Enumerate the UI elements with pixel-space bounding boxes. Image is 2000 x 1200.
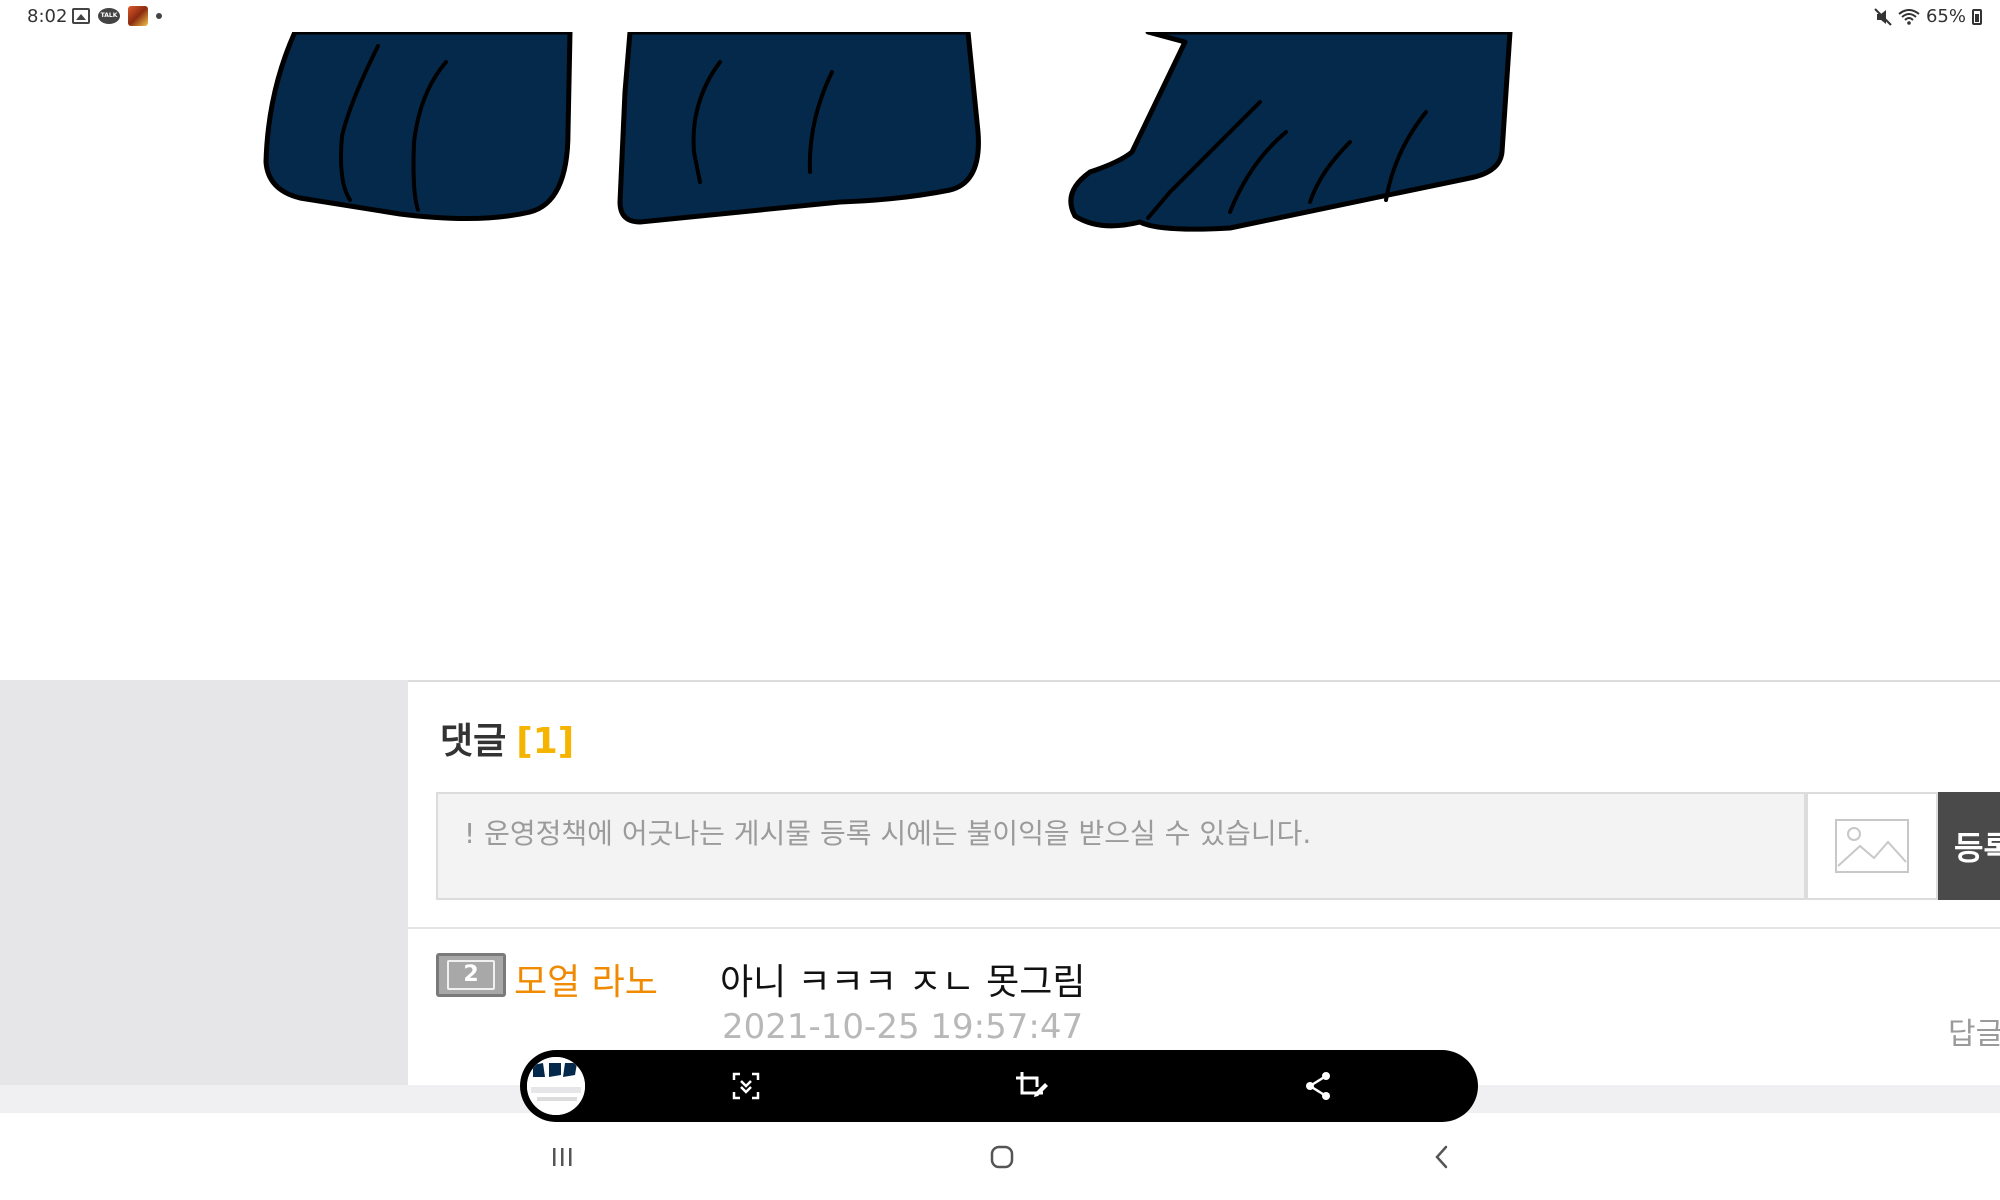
battery-icon <box>1972 8 1982 25</box>
screenshot-thumbnail[interactable] <box>524 1054 588 1118</box>
comment-date: 2021-10-25 19:57:47 <box>722 1007 1084 1047</box>
comment-username[interactable]: 모얼 라노 <box>514 953 658 1005</box>
artwork-foot-right <box>1068 32 1513 232</box>
scroll-capture-button[interactable] <box>726 1066 766 1106</box>
recent-apps-button[interactable] <box>540 1135 584 1179</box>
back-icon <box>1435 1145 1448 1169</box>
post-artwork <box>0 32 2000 680</box>
gallery-icon <box>72 8 90 24</box>
home-button[interactable] <box>980 1135 1024 1179</box>
comment-input[interactable] <box>436 792 1806 900</box>
reply-link[interactable]: 답글 <box>1948 1009 2000 1053</box>
notification-icons: TALK <box>72 6 162 26</box>
crop-edit-button[interactable] <box>1012 1066 1052 1106</box>
home-icon <box>990 1145 1014 1169</box>
level-badge: 2 <box>436 953 506 997</box>
comment-text: 아니 ㅋㅋㅋ ㅈㄴ 못그림 <box>720 962 1086 1003</box>
share-button[interactable] <box>1298 1066 1338 1106</box>
screenshot-toolbar <box>520 1050 1478 1122</box>
system-icons: 65% <box>1874 6 1982 27</box>
comment-header: 댓글 [1] <box>440 712 574 764</box>
thumbnail-preview-icon <box>527 1057 585 1115</box>
scroll-capture-icon <box>732 1072 760 1100</box>
comment-item: 2 모얼 라노 아니 ㅋㅋㅋ ㅈㄴ 못그림 2021-10-25 19:57:4… <box>408 929 2000 1069</box>
battery-percent: 65% <box>1925 6 1966 27</box>
wifi-icon <box>1898 8 1920 25</box>
talk-icon: TALK <box>98 8 120 24</box>
mute-icon <box>1874 7 1892 26</box>
recent-apps-icon <box>553 1148 572 1166</box>
share-icon <box>1306 1072 1330 1100</box>
crop-edit-icon <box>1016 1072 1048 1097</box>
dot-icon <box>156 13 162 19</box>
level-value: 2 <box>447 960 495 990</box>
comment-count: [1] <box>516 721 575 762</box>
back-button[interactable] <box>1420 1135 1464 1179</box>
attach-image-button[interactable] <box>1806 792 1938 900</box>
comment-section: 댓글[1] 등록 2 모얼 라노 아니 ㅋㅋㅋ ㅈㄴ 못그림 2021-10-2… <box>408 680 2000 1085</box>
game-icon <box>128 6 148 26</box>
status-bar: 8:02 TALK 65% <box>0 0 2000 32</box>
left-margin <box>0 680 408 1085</box>
navigation-bar <box>0 1113 2000 1200</box>
submit-comment-button[interactable]: 등록 <box>1938 792 2000 900</box>
artwork-foot-middle <box>617 32 981 225</box>
status-time: 8:02 <box>27 6 68 27</box>
comment-title: 댓글 <box>440 721 507 762</box>
image-icon <box>1835 819 1909 873</box>
